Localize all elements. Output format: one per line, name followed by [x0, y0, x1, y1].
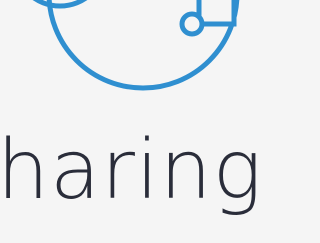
sharing-logo-icon [32, 0, 240, 91]
logo-small-node [179, 11, 205, 37]
logo-inner-arc [32, 0, 88, 9]
logo-wordmark: haring [0, 123, 261, 218]
logo-square-node [196, 0, 237, 27]
logo-canvas: haring [0, 0, 261, 243]
